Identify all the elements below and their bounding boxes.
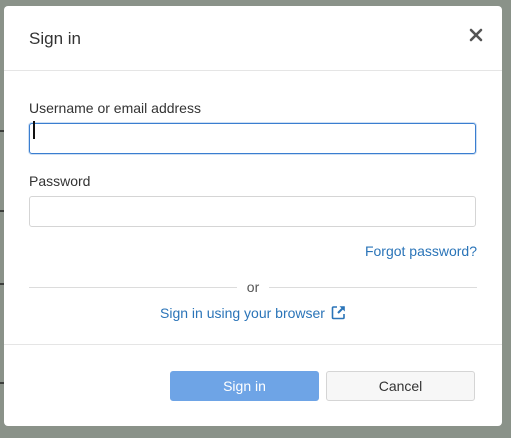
divider-line-right (269, 286, 478, 288)
screen: Sign in Username or email address Passwo… (0, 0, 511, 438)
password-input[interactable] (29, 196, 476, 227)
password-label: Password (29, 173, 91, 189)
forgot-password-row: Forgot password? (29, 243, 477, 261)
dialog-body: Username or email address Password Forgo… (4, 71, 502, 323)
dialog-footer: Sign in Cancel (4, 344, 502, 427)
sign-in-button[interactable]: Sign in (170, 371, 319, 401)
browser-signin-label: Sign in using your browser (160, 305, 325, 321)
username-label: Username or email address (29, 100, 201, 116)
dialog-title: Sign in (29, 29, 81, 48)
divider-line-left (29, 286, 237, 288)
forgot-password-link[interactable]: Forgot password? (365, 243, 477, 259)
close-icon[interactable] (467, 26, 485, 44)
browser-signin-link[interactable]: Sign in using your browser (160, 305, 346, 321)
divider-or-text: or (246, 279, 260, 295)
sign-in-dialog: Sign in Username or email address Passwo… (4, 6, 502, 426)
browser-signin-row: Sign in using your browser (29, 305, 477, 323)
or-divider: or (29, 277, 478, 297)
text-caret (33, 121, 35, 139)
dialog-header: Sign in (4, 6, 502, 71)
username-input[interactable] (29, 123, 476, 154)
cancel-button[interactable]: Cancel (326, 371, 475, 401)
external-link-icon (331, 305, 346, 323)
